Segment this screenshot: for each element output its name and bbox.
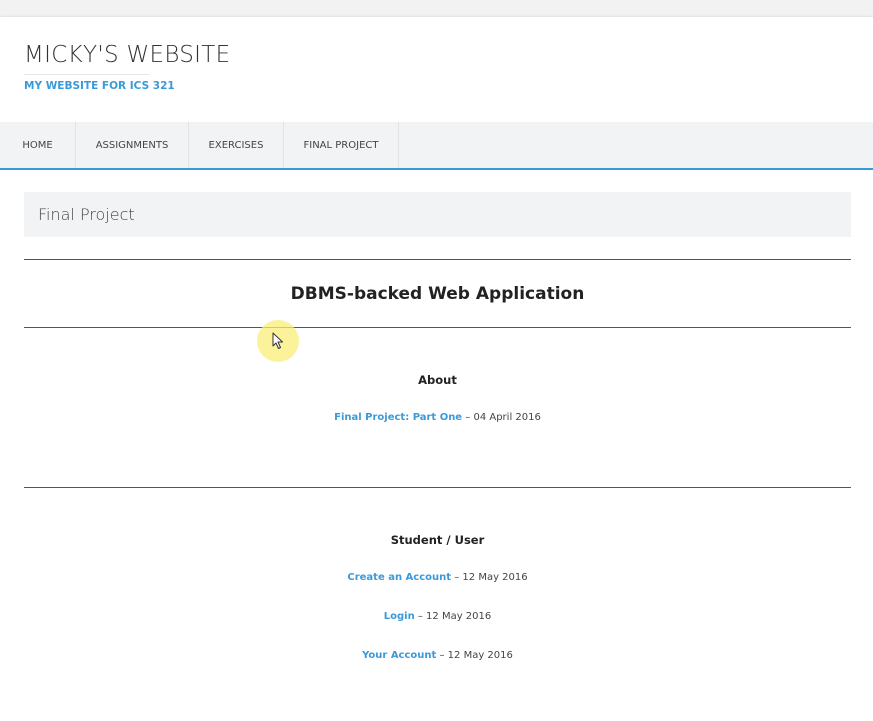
your-account-link[interactable]: Your Account <box>362 650 436 661</box>
entry-date: – 12 May 2016 <box>454 572 528 583</box>
nav-item-home[interactable]: HOME <box>0 122 76 168</box>
entry-date: – 12 May 2016 <box>439 650 513 661</box>
create-account-link[interactable]: Create an Account <box>347 572 451 583</box>
nav-item-assignments[interactable]: ASSIGNMENTS <box>76 122 189 168</box>
page-container: MICKY'S WEBSITE MY WEBSITE FOR ICS 321 H… <box>0 17 873 721</box>
page-title: Final Project <box>38 205 135 224</box>
list-item: Create an Account – 12 May 2016 <box>24 572 851 583</box>
nav-item-exercises[interactable]: EXERCISES <box>189 122 284 168</box>
divider <box>24 327 851 328</box>
divider <box>24 487 851 488</box>
login-link[interactable]: Login <box>384 611 415 622</box>
final-project-part-one-link[interactable]: Final Project: Part One <box>334 412 462 423</box>
page-header: Final Project <box>24 192 851 237</box>
nav-item-final-project[interactable]: FINAL PROJECT <box>284 122 399 168</box>
title-underline <box>24 74 149 75</box>
site-description: MY WEBSITE FOR ICS 321 <box>24 80 175 92</box>
site-title[interactable]: MICKY'S WEBSITE <box>24 42 230 68</box>
list-item: Your Account – 12 May 2016 <box>24 650 851 661</box>
section-heading-student-user: Student / User <box>390 533 485 547</box>
main-nav: HOME ASSIGNMENTS EXERCISES FINAL PROJECT <box>0 122 873 170</box>
section-heading-about: About <box>418 373 457 387</box>
list-item: Final Project: Part One – 04 April 2016 <box>24 412 851 423</box>
main-heading: DBMS-backed Web Application <box>290 284 585 304</box>
mouse-pointer-icon <box>272 332 283 349</box>
list-item: Login – 12 May 2016 <box>24 611 851 622</box>
entry-date: – 04 April 2016 <box>465 412 541 423</box>
entry-date: – 12 May 2016 <box>417 611 492 622</box>
divider <box>24 259 851 260</box>
